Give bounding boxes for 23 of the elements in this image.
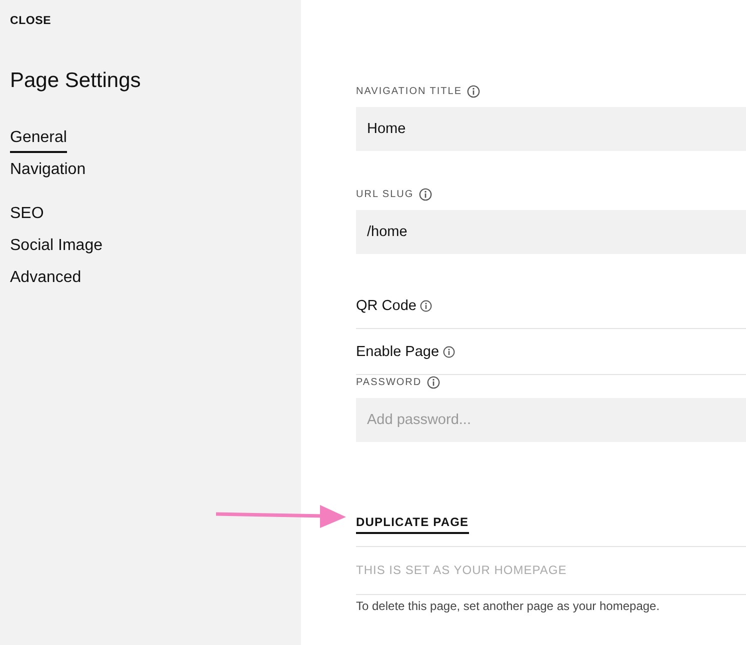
homepage-note: THIS IS SET AS YOUR HOMEPAGE <box>356 547 746 595</box>
info-icon[interactable] <box>420 300 432 312</box>
input-field[interactable]: /home <box>356 210 746 254</box>
sidebar-item[interactable]: SEO <box>10 205 44 229</box>
sidebar-item[interactable]: Navigation <box>10 161 86 185</box>
sidebar-item[interactable]: General <box>10 129 67 153</box>
close-button[interactable]: CLOSE <box>10 15 52 27</box>
field-label: URL SLUG <box>356 188 414 200</box>
field-label: NAVIGATION TITLE <box>356 86 462 96</box>
sidebar-item[interactable]: Social Image <box>10 237 102 261</box>
info-icon[interactable] <box>443 346 456 358</box>
duplicate-page-button[interactable]: DUPLICATE PAGE <box>356 515 469 534</box>
sidebar-item[interactable]: Advanced <box>10 269 82 293</box>
info-icon[interactable] <box>418 188 432 200</box>
info-icon[interactable] <box>426 376 440 388</box>
info-icon[interactable] <box>467 84 480 98</box>
sidebar-title: Page Settings <box>10 69 141 93</box>
input-field[interactable]: Add password... <box>356 398 746 442</box>
setting-label[interactable]: QR Code <box>356 298 416 314</box>
setting-label[interactable]: Enable Page <box>356 344 440 360</box>
input-field[interactable]: Home <box>356 107 746 151</box>
delete-hint: To delete this page, set another page as your homepage. <box>356 599 661 613</box>
field-label: PASSWORD <box>356 376 422 388</box>
